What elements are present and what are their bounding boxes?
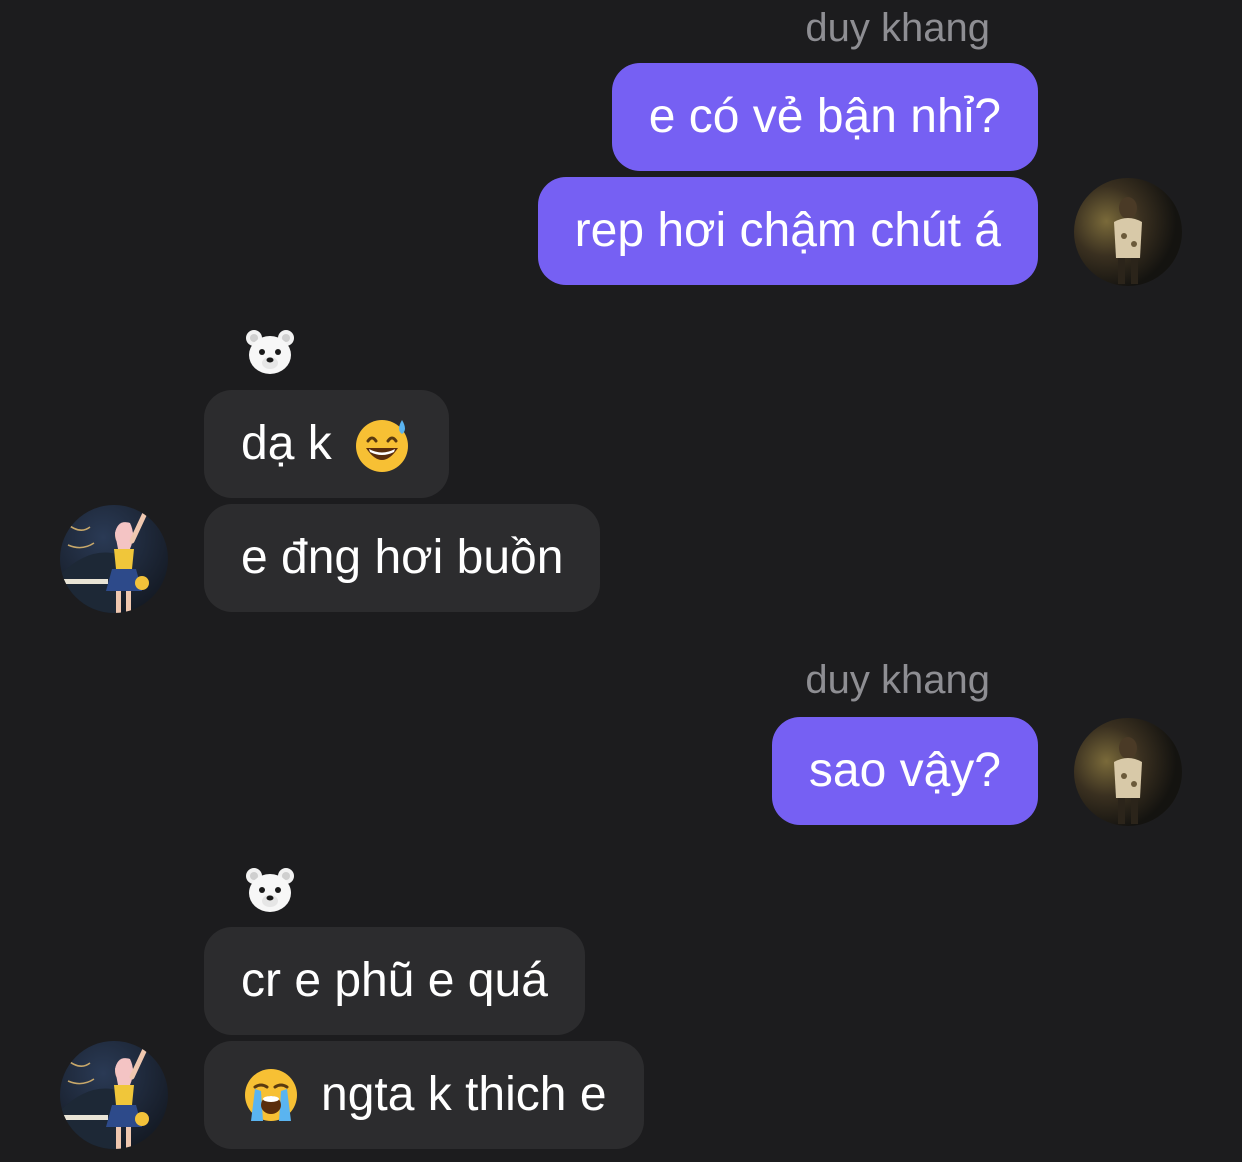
person-figure-icon — [60, 508, 149, 613]
message-bubble[interactable]: e có vẻ bận nhỉ? — [611, 63, 1038, 171]
message-text: e đng hơi buồn — [241, 531, 564, 584]
person-figure-icon — [60, 1044, 149, 1149]
loudly-crying-emoji-icon — [241, 1065, 301, 1125]
avatar[interactable] — [1074, 178, 1182, 286]
message-bubble[interactable]: dạ k — [204, 390, 449, 498]
person-figure-icon — [1114, 737, 1142, 824]
message-text: ngta k thich e — [321, 1068, 607, 1121]
polar-bear-icon — [246, 868, 294, 912]
message-text: rep hơi chậm chút á — [574, 204, 1001, 257]
avatar[interactable] — [60, 505, 168, 613]
sender-name: duy khang — [805, 658, 990, 702]
message-bubble[interactable]: sao vậy? — [771, 717, 1038, 825]
message-bubble[interactable]: ngta k thich e — [204, 1041, 644, 1149]
sender-name: duy khang — [805, 6, 990, 50]
message-text: dạ k — [241, 417, 332, 470]
message-text: sao vậy? — [808, 744, 1001, 797]
message-text: cr e phũ e quá — [241, 954, 548, 1007]
message-bubble[interactable]: cr e phũ e quá — [204, 927, 585, 1035]
sender-name — [244, 866, 296, 914]
avatar[interactable] — [1074, 718, 1182, 826]
polar-bear-icon — [246, 330, 294, 374]
message-bubble[interactable]: rep hơi chậm chút á — [537, 177, 1038, 285]
message-bubble[interactable]: e đng hơi buồn — [204, 504, 601, 612]
avatar[interactable] — [60, 1041, 168, 1149]
grinning-sweat-emoji-icon — [352, 414, 412, 474]
sender-name — [244, 328, 296, 376]
person-figure-icon — [1114, 197, 1142, 284]
message-text: e có vẻ bận nhỉ? — [648, 90, 1001, 143]
